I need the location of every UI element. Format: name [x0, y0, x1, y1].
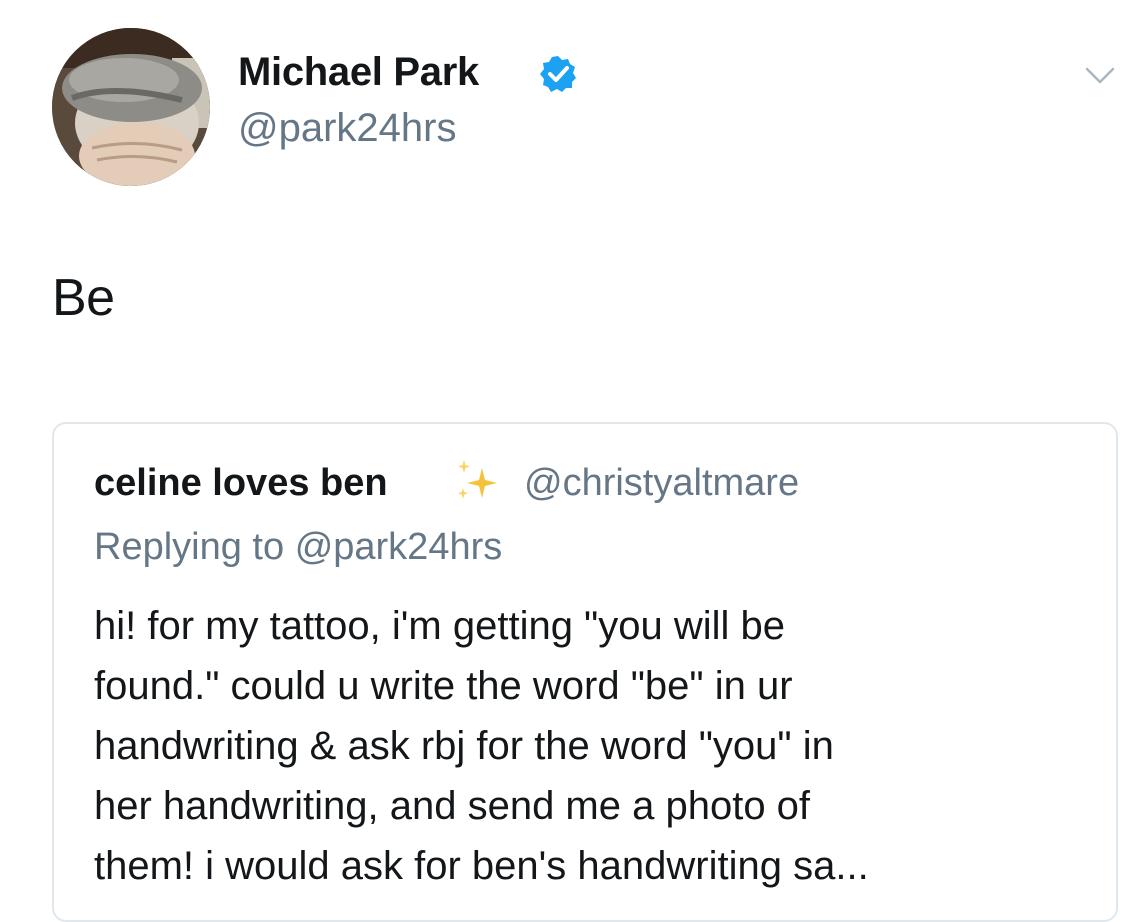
quoted-tweet-card[interactable]: celine loves ben @christyaltmare Replyin… — [52, 422, 1118, 922]
quoted-text-line: hi! for my tattoo, i'm getting "you will… — [94, 604, 786, 648]
avatar-image — [52, 28, 210, 186]
author-display-name[interactable]: Michael Park — [238, 50, 479, 95]
quoted-text-line: them! i would ask for ben's handwriting … — [94, 844, 869, 888]
quoted-text-line: handwriting & ask rbj for the word "you"… — [94, 724, 834, 768]
avatar[interactable] — [52, 28, 210, 186]
author-handle[interactable]: @park24hrs — [238, 106, 456, 151]
tweet-text: Be — [52, 269, 115, 327]
verified-badge-icon — [540, 56, 576, 92]
replying-handle-link[interactable]: @park24hrs — [295, 526, 503, 568]
sparkles-icon — [458, 460, 497, 499]
replying-prefix: Replying to — [94, 526, 285, 568]
quoted-text-line: found." could u write the word "be" in u… — [94, 664, 793, 708]
quoted-text-line: her handwriting, and send me a photo of — [94, 784, 811, 828]
chevron-down-icon[interactable] — [1085, 66, 1115, 86]
tweet: Michael Park @park24hrs Be celine loves … — [0, 0, 1123, 922]
replying-to: Replying to @park24hrs — [94, 526, 502, 569]
quoted-author-handle: @christyaltmare — [524, 462, 800, 504]
quoted-author-display-name: celine loves ben — [94, 462, 388, 504]
quoted-tweet-text: hi! for my tattoo, i'm getting "you will… — [94, 596, 1094, 896]
